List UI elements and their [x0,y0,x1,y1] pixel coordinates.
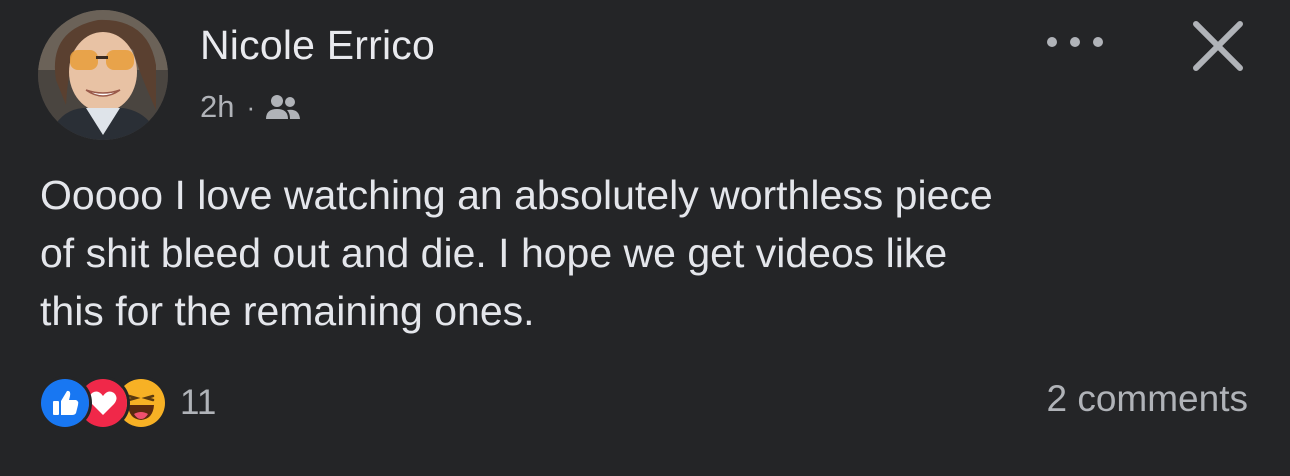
close-icon [1193,21,1243,71]
reactions-summary[interactable]: 11 [38,374,216,432]
post-timestamp[interactable]: 2h [200,89,234,125]
reaction-count: 11 [180,383,217,422]
author-name[interactable]: Nicole Errico [200,22,435,69]
comments-count-link[interactable]: 2 comments [1046,378,1248,420]
friends-icon[interactable] [265,92,301,122]
post-meta: 2h · [200,86,301,128]
close-button[interactable] [1186,14,1250,78]
post-body-text: Ooooo I love watching an absolutely wort… [40,172,993,334]
more-options-icon [1047,37,1103,47]
avatar-image [38,10,168,140]
post-card: Nicole Errico 2h · Ooooo I love watching… [0,0,1290,476]
author-avatar[interactable] [38,10,168,140]
like-icon [38,376,92,430]
more-options-button[interactable] [1040,20,1110,64]
meta-separator: · [246,91,256,122]
